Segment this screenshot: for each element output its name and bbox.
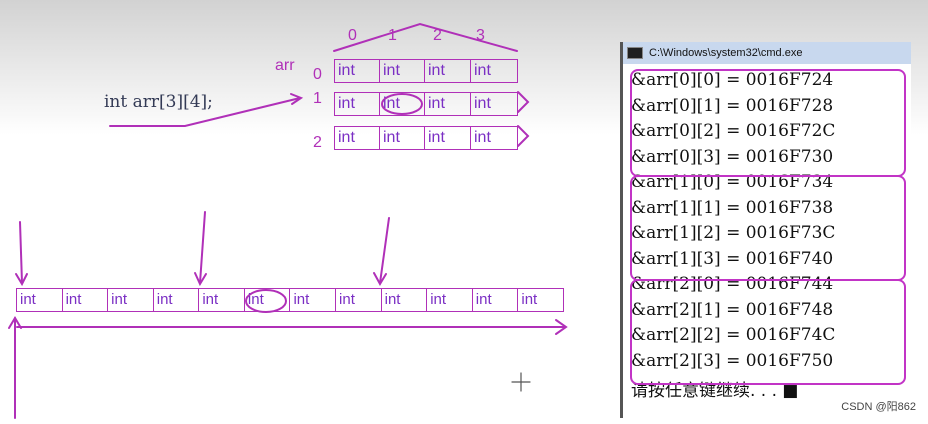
down-arrow-row1 bbox=[199, 211, 206, 284]
grid-cell: int bbox=[425, 60, 471, 82]
row-index-0: 0 bbox=[313, 66, 322, 83]
grid-cell: int bbox=[335, 60, 380, 82]
grid-cell: int bbox=[380, 127, 425, 149]
linear-cell: int bbox=[290, 289, 337, 311]
console-title: C:\Windows\system32\cmd.exe bbox=[649, 47, 803, 59]
linear-cell: int bbox=[336, 289, 382, 311]
row-index-1: 1 bbox=[313, 90, 322, 107]
row1-end-arrow bbox=[517, 91, 530, 113]
down-arrow-row0 bbox=[19, 221, 23, 284]
row0-group-outline bbox=[630, 69, 906, 177]
row2-end-arrow bbox=[517, 125, 530, 147]
down-arrow-row2 bbox=[379, 217, 390, 284]
grid-cell: int bbox=[335, 93, 380, 115]
console-window: C:\Windows\system32\cmd.exe &arr[0][0] =… bbox=[620, 42, 911, 418]
linear-cell: int bbox=[199, 289, 245, 311]
linear-cell: int bbox=[63, 289, 109, 311]
col-index-2: 2 bbox=[433, 27, 442, 44]
col-index-1: 1 bbox=[388, 27, 397, 44]
array-name-label: arr bbox=[275, 57, 295, 74]
row2-group-outline bbox=[630, 279, 906, 385]
watermark: CSDN @阳862 bbox=[841, 401, 916, 413]
grid-row-2: int int int int bbox=[334, 126, 518, 150]
terminal-icon bbox=[627, 47, 643, 59]
linear-memory-row: int int int int int int int int int int … bbox=[16, 288, 564, 312]
grid-cell: int bbox=[474, 129, 491, 146]
grid-cell: int bbox=[380, 93, 425, 115]
column-bracket bbox=[333, 22, 518, 52]
grid-cell: int bbox=[425, 93, 471, 115]
linear-cell: int bbox=[473, 289, 519, 311]
row-index-2: 2 bbox=[313, 134, 322, 151]
grid-cell: int bbox=[380, 60, 425, 82]
linear-cell: int bbox=[154, 289, 200, 311]
linear-cell: int bbox=[17, 289, 63, 311]
grid-row-0: int int int int bbox=[334, 59, 518, 83]
linear-cell: int bbox=[245, 289, 291, 311]
col-index-3: 3 bbox=[476, 27, 485, 44]
grid-cell: int bbox=[425, 127, 471, 149]
linear-cell: int bbox=[382, 289, 428, 311]
linear-cell: int bbox=[521, 291, 538, 308]
grid-cell: int bbox=[335, 127, 380, 149]
col-index-0: 0 bbox=[348, 27, 357, 44]
linear-cell: int bbox=[108, 289, 154, 311]
array-declaration: int arr[3][4]; bbox=[104, 92, 213, 112]
row1-group-outline bbox=[630, 175, 906, 281]
console-title-bar[interactable]: C:\Windows\system32\cmd.exe bbox=[623, 42, 911, 64]
linear-cell: int bbox=[427, 289, 473, 311]
grid-row-1: int int int int bbox=[334, 92, 518, 116]
cursor-cross bbox=[511, 372, 531, 392]
grid-cell: int bbox=[474, 62, 491, 79]
grid-cell: int bbox=[474, 95, 491, 112]
